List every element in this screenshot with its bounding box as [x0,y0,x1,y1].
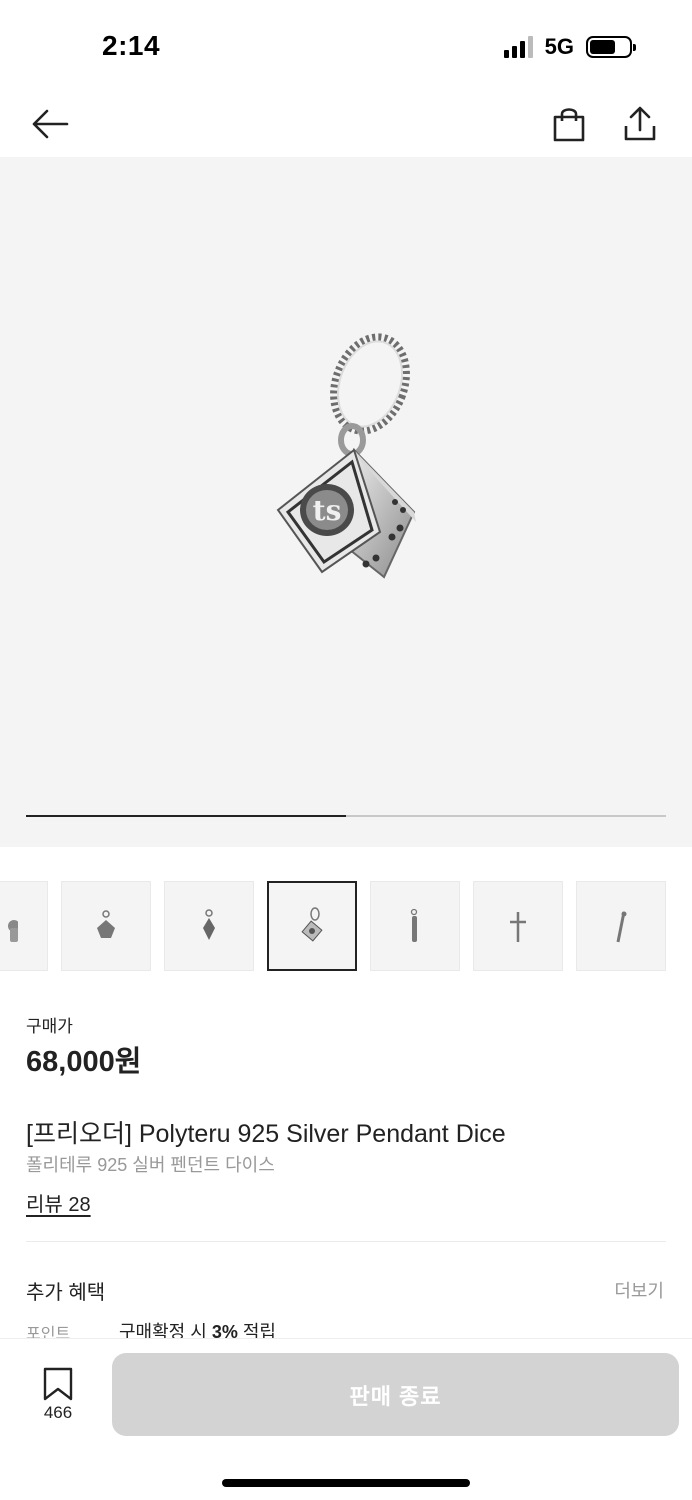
share-button[interactable] [618,102,662,146]
bookmark-count: 466 [43,1403,73,1422]
product-subtitle: 폴리테루 925 실버 펜던트 다이스 [26,1155,275,1175]
thumbnail-4-selected[interactable] [267,881,357,971]
gallery-progress [26,815,666,817]
thumbnail-1[interactable] [0,881,48,971]
network-type: 5G [544,34,574,59]
svg-text:ts: ts [313,494,342,527]
product-title: [프리오더] Polyteru 925 Silver Pendant Dice [26,1120,506,1148]
arrow-left-icon [32,109,69,139]
cross-pendant-thumb-icon [510,912,526,942]
product-price: 68,000원 [26,1046,142,1078]
bookmark-button[interactable]: 466 [30,1367,86,1427]
thumbnail-2[interactable] [61,881,151,971]
thumbnail-strip[interactable] [0,881,692,973]
benefits-title: 추가 혜택 [26,1282,106,1304]
status-bar: 2:14 5G [0,0,692,90]
thumbnail-6[interactable] [473,881,563,971]
home-indicator [222,1479,470,1487]
back-button[interactable] [28,102,72,146]
pendant-thumb-icon [8,920,18,942]
sold-out-button[interactable]: 판매 종료 [112,1353,679,1436]
thumbnail-5[interactable] [370,881,460,971]
shopping-bag-icon [553,108,585,142]
thumbnail-3[interactable] [164,881,254,971]
pendant-thumb-icon [410,908,418,942]
product-image-gallery[interactable]: ts [0,157,692,847]
battery-icon [586,36,636,58]
review-link[interactable]: 리뷰 28 [26,1188,91,1217]
status-indicators: 5G [503,34,636,60]
bottom-action-bar: 466 판매 종료 [0,1338,692,1500]
thumbnail-7[interactable] [576,881,666,971]
status-time: 2:14 [102,30,161,61]
pendant-dice-image: ts [276,333,416,579]
pendant-thumb-icon [97,910,115,938]
section-divider [26,1241,666,1242]
bookmark-icon [43,1367,73,1401]
pendant-dice-thumb-icon [301,907,323,942]
cart-button[interactable] [547,102,591,146]
gallery-progress-fill [26,815,346,817]
benefits-more-link[interactable]: 더보기 [614,1277,664,1303]
signal-icon [503,36,533,58]
price-label: 구매가 [26,1017,73,1036]
share-icon [624,106,656,141]
pendant-thumb-icon [203,909,215,940]
pendant-thumb-icon [616,911,627,943]
top-nav [0,90,692,156]
